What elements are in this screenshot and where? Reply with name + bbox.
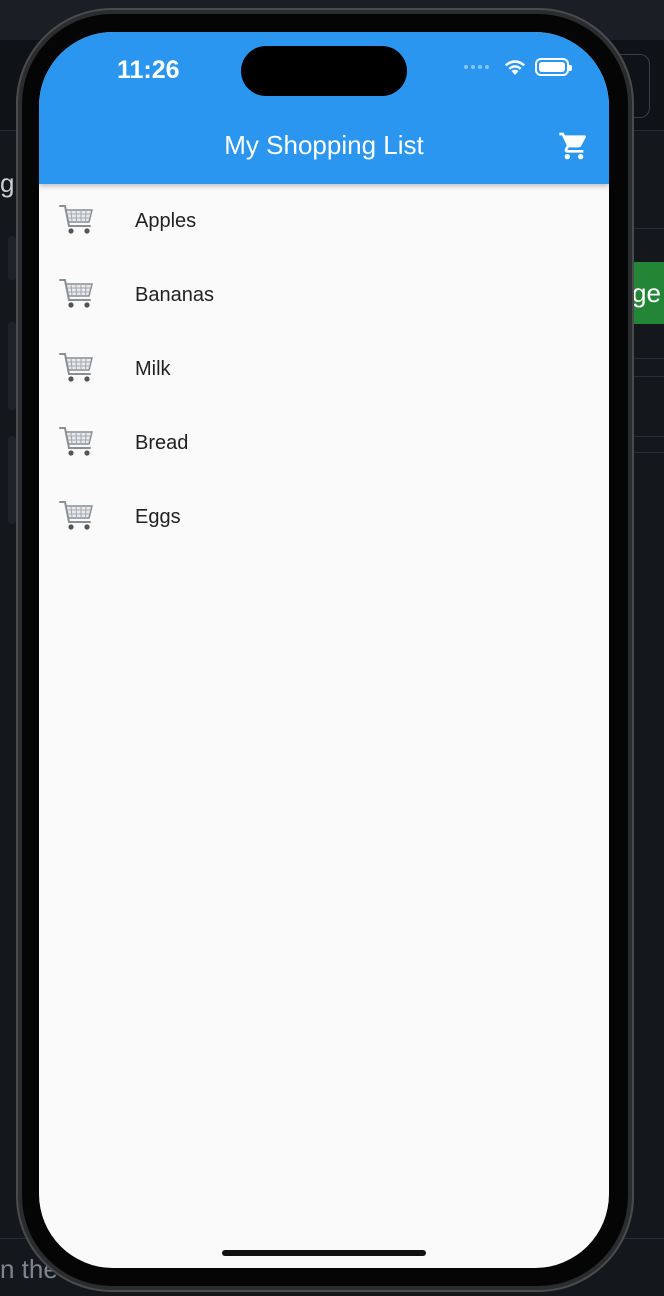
cart-emoji-icon <box>57 422 97 462</box>
shopping-cart-icon <box>559 132 587 160</box>
background-panel-edge <box>8 436 16 524</box>
list-item[interactable]: Bananas <box>39 258 609 332</box>
shopping-list: Apples Bananas Milk Bread Eggs <box>39 184 609 554</box>
cart-emoji-icon <box>57 200 97 240</box>
background-panel-edge <box>8 236 16 280</box>
wifi-icon <box>505 60 525 75</box>
page-title: My Shopping List <box>224 130 424 160</box>
list-item-label: Bread <box>135 432 189 454</box>
home-indicator[interactable] <box>222 1250 426 1256</box>
list-item-label: Apples <box>135 210 197 232</box>
cellular-signal-icon <box>464 65 489 69</box>
status-icons <box>464 58 572 76</box>
cart-emoji-icon <box>57 274 97 314</box>
cart-emoji-icon <box>57 348 97 388</box>
app-bar: 11:26 My Shopping List <box>39 32 609 184</box>
battery-icon <box>535 58 572 76</box>
dynamic-island <box>241 46 407 96</box>
list-item-label: Milk <box>135 358 171 380</box>
list-item[interactable]: Eggs <box>39 480 609 554</box>
background-text-fragment: g <box>0 168 15 198</box>
list-item[interactable]: Apples <box>39 184 609 258</box>
list-item[interactable]: Bread <box>39 406 609 480</box>
list-item-label: Eggs <box>135 506 181 528</box>
list-item-label: Bananas <box>135 284 214 306</box>
background-panel-edge <box>8 322 16 410</box>
cart-emoji-icon <box>57 496 97 536</box>
status-time: 11:26 <box>117 56 180 84</box>
shopping-cart-button[interactable] <box>557 130 593 162</box>
phone-screen: 11:26 My Shopping List Apples Bananas Milk… <box>39 32 609 1268</box>
list-item[interactable]: Milk <box>39 332 609 406</box>
